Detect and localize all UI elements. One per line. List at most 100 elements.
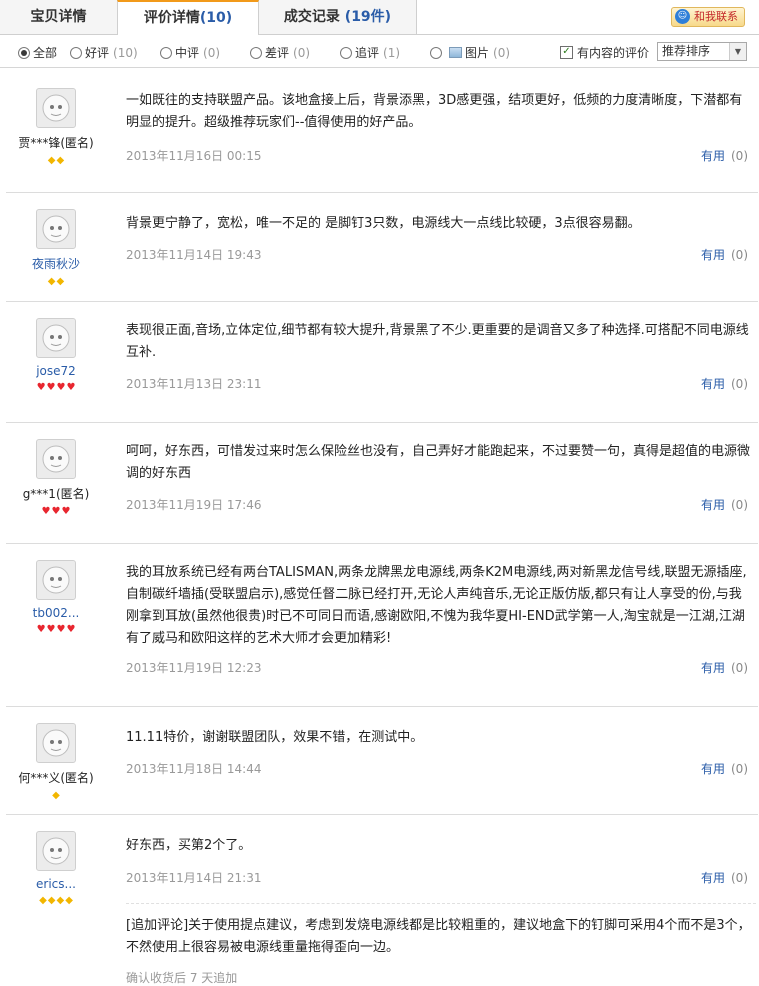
diamond-icon: ◆ — [47, 895, 56, 906]
useful-count: (0) — [731, 498, 748, 512]
radio-icon — [160, 46, 172, 59]
review-date: 2013年11月16日 00:15 — [126, 149, 262, 163]
tab-count: (19件) — [344, 9, 392, 25]
review-item: jose72 ♥♥♥♥ 表现很正面,音场,立体定位,细节都有较大提升,背景黑了不… — [6, 302, 758, 423]
review-filter-bar: 全部 好评 (10) 中评 (0) 差评 (0) 追评 (1) 图片 (0) ✓… — [0, 35, 759, 68]
useful-button[interactable]: 有用 (0) — [701, 375, 748, 392]
reviewer: erics... ◆◆◆◆ — [6, 831, 106, 906]
review-date: 2013年11月13日 23:11 — [126, 377, 262, 391]
filter-medium[interactable]: 中评 (0) — [160, 44, 220, 61]
review-text: 好东西，买第2个了。 — [126, 838, 252, 853]
diamond-icon: ◆ — [56, 155, 65, 166]
avatar-icon[interactable] — [36, 560, 76, 600]
heart-icon: ♥ — [56, 382, 66, 393]
credit-badges: ♥♥♥♥ — [6, 622, 106, 635]
tab-reviews[interactable]: 评价详情(10) — [117, 0, 259, 35]
filter-count: (0) — [293, 45, 311, 60]
diamond-icon: ◆ — [47, 155, 56, 166]
avatar-icon[interactable] — [36, 209, 76, 249]
useful-label: 有用 — [700, 377, 725, 391]
reviewer-name[interactable]: jose72 — [6, 364, 106, 378]
reviewer-name[interactable]: 夜雨秋沙 — [6, 255, 106, 272]
useful-count: (0) — [731, 377, 748, 391]
useful-button[interactable]: 有用 (0) — [701, 496, 748, 513]
useful-label: 有用 — [700, 248, 725, 262]
useful-button[interactable]: 有用 (0) — [701, 869, 748, 886]
useful-button[interactable]: 有用 (0) — [701, 246, 748, 263]
review-text: 11.11特价，谢谢联盟团队，效果不错，在测试中。 — [126, 730, 424, 745]
reviewer: 贾***锋(匿名) ◆◆ — [6, 88, 106, 166]
review-date: 2013年11月18日 14:44 — [126, 762, 262, 776]
useful-button[interactable]: 有用 (0) — [701, 147, 748, 164]
credit-badges: ◆◆ — [6, 153, 106, 166]
sort-select[interactable]: 推荐排序 ▼ — [657, 42, 747, 61]
credit-badges: ♥♥♥ — [6, 504, 106, 517]
avatar-icon[interactable] — [36, 439, 76, 479]
tab-count: (10) — [199, 10, 233, 26]
heart-icon: ♥ — [61, 506, 71, 517]
review-date: 2013年11月19日 17:46 — [126, 498, 262, 512]
credit-badges: ♥♥♥♥ — [6, 380, 106, 393]
review-text: 呵呵，好东西，可惜发过来时怎么保险丝也没有，自己弄好才能跑起来，不过要赞一句，真… — [126, 444, 751, 481]
filter-count: (0) — [203, 45, 221, 60]
filter-all[interactable]: 全部 — [18, 44, 57, 61]
review-item: erics... ◆◆◆◆ 好东西，买第2个了。 2013年11月14日 21:… — [6, 815, 758, 985]
tab-label: 成交记录 — [283, 9, 340, 25]
reviewer: g***1(匿名) ♥♥♥ — [6, 439, 106, 517]
radio-icon — [430, 46, 442, 59]
filter-label: 有内容的评价 — [577, 46, 650, 60]
reviewer-name[interactable]: erics... — [6, 877, 106, 891]
useful-label: 有用 — [700, 871, 725, 885]
review-item: 夜雨秋沙 ◆◆ 背景更宁静了，宽松，唯一不足的 是脚钉3只数，电源线大一点线比较… — [6, 193, 758, 302]
reviewer-name: g***1(匿名) — [22, 487, 90, 501]
tab-item-details[interactable]: 宝贝详情 — [0, 0, 118, 34]
followup-text: [追加评论]关于使用提点建议，考虑到发烧电源线都是比较粗重的，建议地盒下的钉脚可… — [126, 918, 751, 955]
review-date: 2013年11月14日 21:31 — [126, 871, 262, 885]
useful-count: (0) — [731, 762, 748, 776]
filter-label: 追评 — [355, 46, 380, 60]
tab-bar: 宝贝详情 评价详情(10) 成交记录 (19件) ☺ 和我联系 — [0, 0, 759, 35]
useful-button[interactable]: 有用 (0) — [701, 760, 748, 777]
review-text: 表现很正面,音场,立体定位,细节都有较大提升,背景黑了不少.更重要的是调音又多了… — [126, 323, 749, 360]
filter-good[interactable]: 好评 (10) — [70, 44, 138, 61]
useful-button[interactable]: 有用 (0) — [701, 659, 748, 676]
filter-bad[interactable]: 差评 (0) — [250, 44, 310, 61]
review-text: 背景更宁静了，宽松，唯一不足的 是脚钉3只数，电源线大一点线比较硬，3点很容易翻… — [126, 216, 641, 231]
filter-count: (1) — [383, 45, 401, 60]
reviewer-name: 贾***锋(匿名) — [18, 136, 94, 150]
contact-seller-button[interactable]: ☺ 和我联系 — [671, 7, 745, 27]
checkbox-checked-icon: ✓ — [560, 46, 573, 59]
tab-transactions[interactable]: 成交记录 (19件) — [259, 0, 417, 34]
filter-image[interactable]: 图片 (0) — [430, 44, 510, 61]
filter-has-content[interactable]: ✓ 有内容的评价 — [560, 44, 649, 61]
avatar-icon[interactable] — [36, 88, 76, 128]
radio-icon — [18, 46, 30, 59]
avatar-icon[interactable] — [36, 318, 76, 358]
useful-count: (0) — [731, 248, 748, 262]
avatar-icon[interactable] — [36, 831, 76, 871]
review-item: 何***义(匿名) ◆ 11.11特价，谢谢联盟团队，效果不错，在测试中。 20… — [6, 707, 758, 815]
avatar-icon[interactable] — [36, 723, 76, 763]
filter-label: 中评 — [175, 46, 200, 60]
heart-icon: ♥ — [66, 624, 76, 635]
useful-label: 有用 — [700, 149, 725, 163]
reviewer-name[interactable]: tb002... — [6, 606, 106, 620]
useful-label: 有用 — [700, 762, 725, 776]
filter-count: (0) — [493, 45, 511, 60]
review-item: g***1(匿名) ♥♥♥ 呵呵，好东西，可惜发过来时怎么保险丝也没有，自己弄好… — [6, 423, 758, 544]
reviewer: jose72 ♥♥♥♥ — [6, 318, 106, 393]
filter-followup[interactable]: 追评 (1) — [340, 44, 400, 61]
useful-label: 有用 — [700, 498, 725, 512]
review-text: 一如既往的支持联盟产品。该地盒接上后，背景添黑，3D感更强，结项更好，低频的力度… — [126, 93, 743, 130]
reviewer: 何***义(匿名) ◆ — [6, 723, 106, 801]
useful-count: (0) — [731, 871, 748, 885]
radio-icon — [70, 46, 82, 59]
sort-select-value: 推荐排序 — [662, 44, 711, 58]
diamond-icon: ◆ — [56, 276, 65, 287]
useful-label: 有用 — [700, 661, 725, 675]
image-icon — [449, 47, 462, 58]
filter-label: 全部 — [33, 46, 58, 60]
heart-icon: ♥ — [46, 624, 56, 635]
review-date: 2013年11月14日 19:43 — [126, 248, 262, 262]
diamond-icon: ◆ — [52, 790, 60, 801]
